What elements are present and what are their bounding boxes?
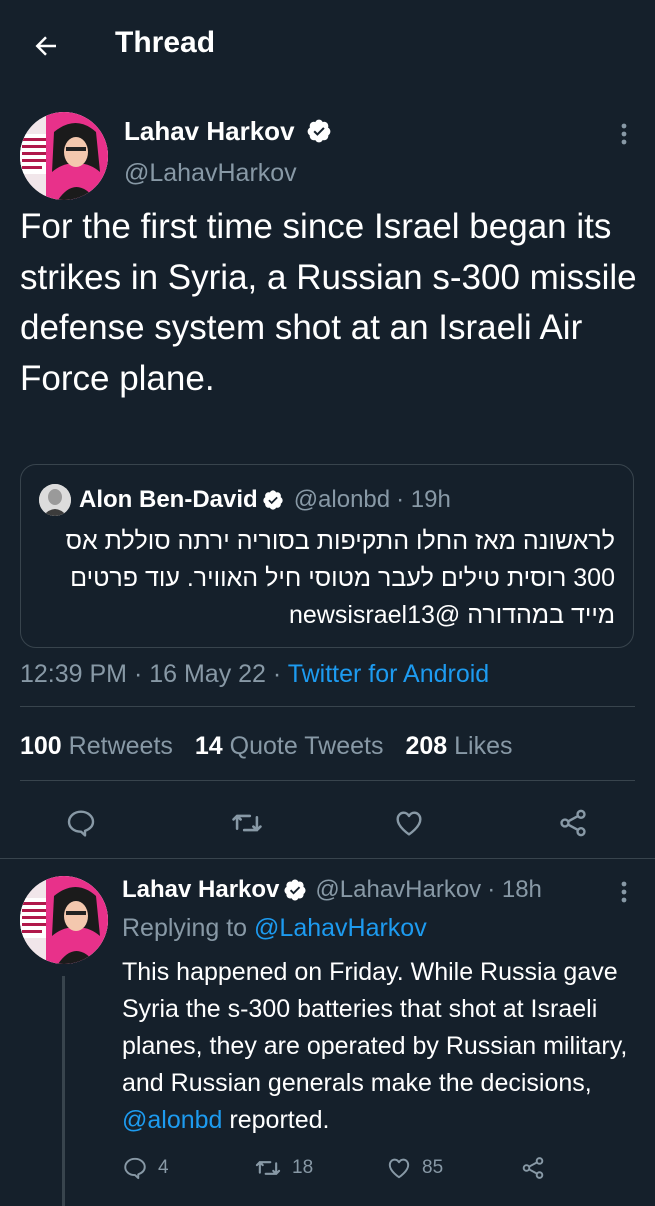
quoted-tweet-text: לראשונה מאז החלו התקיפות בסוריה ירתה סול… [65,527,615,629]
tweet-client-link[interactable]: Twitter for Android [288,660,489,688]
verified-badge-icon [307,119,331,143]
heart-icon [388,1158,410,1179]
quoted-handle: @alonbd [293,486,391,513]
author-name-line[interactable]: Lahav Harkov [124,116,332,147]
mention-link[interactable]: @alonbd [122,1106,222,1134]
verified-badge-icon [263,490,283,510]
reply-tweet-actions: 4 18 85 [122,1150,642,1186]
tweet-meta: 12:39 PM · 16 May 22 · Twitter for Andro… [20,660,489,689]
more-vertical-icon [621,881,627,903]
reply-button[interactable] [58,800,104,846]
thread-connector-line [62,976,65,1206]
verified-badge-icon [284,879,306,901]
retweet-icon [255,1161,281,1175]
retweets-stat[interactable]: 100 Retweets [20,732,173,761]
quoted-time: · 19h [396,486,451,513]
like-button[interactable]: 85 [386,1150,443,1186]
avatar-image [20,112,108,200]
likes-stat[interactable]: 208 Likes [405,732,512,761]
avatar[interactable] [20,112,108,200]
reply-time: · 18h [487,876,542,903]
retweet-button[interactable]: 18 [254,1150,313,1186]
replying-to-label: Replying to [122,914,248,942]
share-icon [522,1157,544,1179]
replying-to-line: Replying to @LahavHarkov [122,914,427,943]
quoted-avatar [39,484,71,516]
reply-author-name[interactable]: Lahav Harkov [122,876,279,904]
retweets-count: 100 [20,732,62,760]
tweet-timestamp[interactable]: 12:39 PM · 16 May 22 · [20,660,281,688]
quoted-tweet-header: Alon Ben-David @alonbd · 19h [39,483,615,517]
back-button[interactable] [28,28,64,64]
like-button[interactable] [386,800,432,846]
tweet-actions [0,800,655,846]
reply-text-body: This happened on Friday. While Russia ga… [122,958,628,1097]
likes-count: 208 [405,732,448,760]
reply-count: 4 [158,1157,169,1178]
author-name[interactable]: Lahav Harkov [124,116,295,146]
retweet-count: 18 [292,1157,314,1178]
tweet-text: For the first time since Israel began it… [20,207,637,398]
page-title: Thread [115,26,216,59]
avatar[interactable] [20,876,108,964]
top-bar: Thread [0,0,655,92]
reply-icon [124,1157,146,1180]
share-icon [560,809,586,837]
tweet-stats: 100 Retweets 14 Quote Tweets 208 Likes [20,732,535,761]
quoted-avatar-image [39,484,71,516]
reply-button[interactable]: 4 [122,1150,169,1186]
reply-tweet-text: This happened on Friday. While Russia ga… [122,954,632,1139]
retweet-button[interactable] [224,800,270,846]
quote-tweets-stat[interactable]: 14 Quote Tweets [195,732,384,761]
reply-author-line[interactable]: Lahav Harkov @LahavHarkov · 18h [122,876,542,904]
quoted-tweet-card[interactable]: Alon Ben-David @alonbd · 19h לראשונה מאז… [20,464,634,648]
retweets-label: Retweets [68,732,173,760]
quoted-author-name: Alon Ben-David [79,486,258,513]
divider [0,858,655,859]
author-handle[interactable]: @LahavHarkov [124,159,297,188]
divider [20,780,635,781]
share-button[interactable] [550,800,596,846]
reply-icon [67,810,95,837]
replying-to-mention[interactable]: @LahavHarkov [254,914,427,942]
reply-author-handle[interactable]: @LahavHarkov [315,876,481,904]
arrow-left-icon [35,36,56,56]
avatar-image [20,876,108,964]
likes-label: Likes [454,732,513,760]
quote-tweets-count: 14 [194,732,223,760]
retweet-icon [232,814,262,832]
like-count: 85 [422,1157,444,1178]
heart-icon [396,811,422,836]
more-options-button[interactable] [612,116,636,152]
quote-tweets-label: Quote Tweets [229,732,384,760]
share-button[interactable] [520,1150,546,1186]
more-options-button[interactable] [612,874,636,910]
reply-text-end: reported. [229,1106,330,1134]
divider [20,706,635,707]
more-vertical-icon [621,123,627,145]
